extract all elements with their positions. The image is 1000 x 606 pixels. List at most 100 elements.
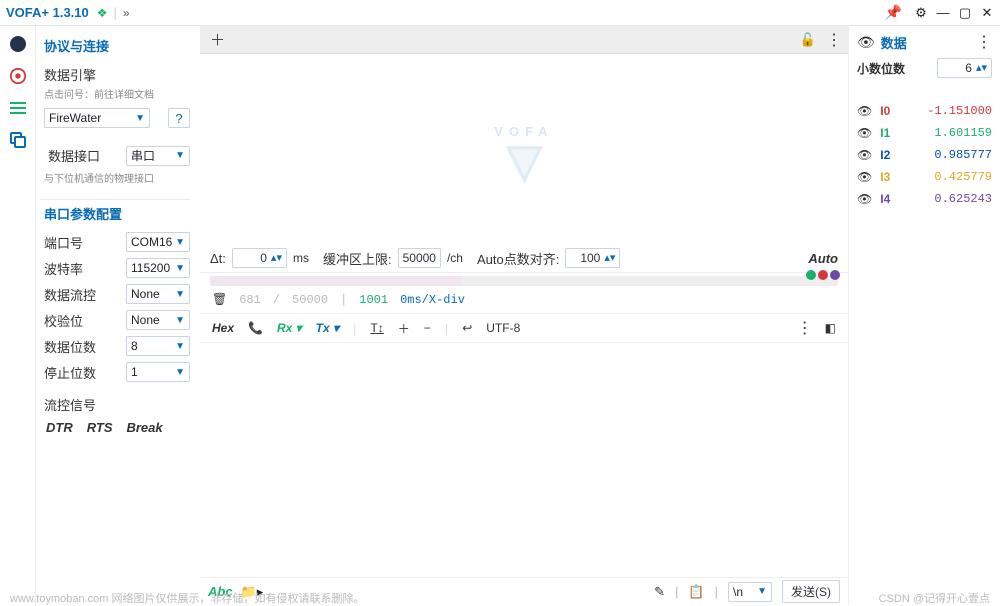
data-more-icon[interactable]: ⋮ bbox=[976, 32, 992, 52]
parity-label: 校验位 bbox=[44, 311, 83, 330]
expand-icon[interactable]: » bbox=[123, 6, 130, 20]
dot-purple-icon bbox=[830, 270, 840, 280]
footer-note: www.toymoban.com 网络图片仅供展示，非存储，如有侵权请联系删除。 bbox=[10, 590, 650, 606]
port-select[interactable]: COM16▼ bbox=[126, 232, 190, 252]
interface-hint: 与下位机通信的物理接口 bbox=[40, 170, 190, 189]
flow-label: 数据流控 bbox=[44, 285, 96, 304]
data-item[interactable]: 👁I11.601159 bbox=[857, 126, 992, 140]
wrap-icon[interactable]: ↩ bbox=[462, 321, 472, 335]
seek-dots bbox=[806, 270, 840, 280]
config-panel: 协议与连接 数据引擎 点击问号：前往详细文档 FireWater▼ ? 数据接口… bbox=[36, 26, 200, 605]
data-item-name: I3 bbox=[880, 170, 890, 184]
data-item[interactable]: 👁I30.425779 bbox=[857, 170, 992, 184]
flow-rts[interactable]: RTS bbox=[87, 420, 113, 435]
auto-align-input[interactable]: 100▴▾ bbox=[565, 248, 620, 268]
seekbar[interactable] bbox=[210, 276, 838, 286]
zoom-in-icon[interactable]: ＋ bbox=[398, 320, 410, 337]
data-title: 数据 bbox=[881, 33, 907, 52]
data-item-name: I0 bbox=[880, 104, 890, 118]
settings-icon[interactable]: ⚙ bbox=[914, 6, 928, 20]
separator: | bbox=[114, 5, 117, 20]
leftbar-menu-icon[interactable] bbox=[8, 98, 28, 118]
data-item[interactable]: 👁I0-1.151000 bbox=[857, 104, 992, 118]
data-item[interactable]: 👁I20.985777 bbox=[857, 148, 992, 162]
data-item[interactable]: 👁I40.625243 bbox=[857, 192, 992, 206]
zoom-out-icon[interactable]: − bbox=[424, 321, 431, 335]
text-size-icon[interactable]: T↕ bbox=[370, 321, 383, 335]
data-item-name: I2 bbox=[880, 148, 890, 162]
maximize-icon[interactable]: ▢ bbox=[958, 6, 972, 20]
engine-help-button[interactable]: ? bbox=[168, 108, 190, 128]
plot-controls: Δt: 0▴▾ ms 缓冲区上限: 50000 /ch Auto点数对齐: 10… bbox=[200, 244, 848, 273]
buf-input[interactable]: 50000 bbox=[398, 248, 441, 268]
eye-icon[interactable]: 👁 bbox=[857, 192, 872, 206]
add-tab-button[interactable]: ＋ bbox=[206, 29, 229, 50]
unlock-icon[interactable]: 🔓 bbox=[800, 32, 816, 48]
phone-icon[interactable]: 📞 bbox=[248, 321, 263, 335]
config-header: 协议与连接 bbox=[40, 32, 190, 63]
eye-icon[interactable]: 👁 bbox=[857, 126, 872, 140]
escape-select[interactable]: \n▼ bbox=[728, 582, 772, 602]
edit-icon[interactable]: ✎ bbox=[654, 584, 665, 600]
leftbar-profile-icon[interactable] bbox=[8, 34, 28, 54]
baud-select[interactable]: 115200▼ bbox=[126, 258, 190, 278]
dot-green-icon bbox=[806, 270, 816, 280]
eye-icon[interactable]: 👁 bbox=[857, 34, 875, 51]
stopbits-label: 停止位数 bbox=[44, 363, 96, 382]
eye-icon[interactable]: 👁 bbox=[857, 148, 872, 162]
statusline: 🗑 681 / 50000 | 1001 0ms/X-div bbox=[200, 286, 848, 313]
plot-area[interactable]: VOFA bbox=[200, 54, 848, 244]
flow-dtr[interactable]: DTR bbox=[46, 420, 73, 435]
auto-align-label: Auto点数对齐: bbox=[477, 249, 559, 268]
send-button[interactable]: 发送(S) bbox=[782, 580, 840, 603]
rx-button[interactable]: Rx ▾ bbox=[277, 321, 302, 335]
copy-icon[interactable]: 📋 bbox=[688, 584, 704, 600]
tx-button[interactable]: Tx ▾ bbox=[316, 321, 339, 335]
encoding-label[interactable]: UTF-8 bbox=[486, 321, 520, 335]
interface-select[interactable]: 串口▼ bbox=[126, 146, 190, 166]
port-label: 端口号 bbox=[44, 233, 83, 252]
auto-button[interactable]: Auto bbox=[808, 251, 838, 266]
leftbar-record-icon[interactable] bbox=[8, 66, 28, 86]
trash-icon[interactable]: 🗑 bbox=[212, 292, 227, 307]
decimals-input[interactable]: 6▴▾ bbox=[937, 58, 992, 78]
status-sep: | bbox=[340, 293, 347, 307]
eraser-icon[interactable]: ◧ bbox=[825, 321, 836, 335]
titlebar: VOFA+ 1.3.10 ❖ | » 📌 ⚙ — ▢ ✕ bbox=[0, 0, 1000, 26]
leftbar-windows-icon[interactable] bbox=[8, 130, 28, 150]
data-item-name: I4 bbox=[880, 192, 890, 206]
flow-select[interactable]: None▼ bbox=[126, 284, 190, 304]
editor[interactable] bbox=[200, 343, 848, 577]
hex-button[interactable]: Hex bbox=[212, 321, 234, 335]
engine-hint: 点击问号：前往详细文档 bbox=[40, 86, 190, 105]
serial-section-header: 串口参数配置 bbox=[40, 199, 190, 229]
eye-icon[interactable]: 👁 bbox=[857, 104, 872, 118]
status-visible: 1001 bbox=[359, 293, 388, 307]
decimals-label: 小数位数 bbox=[857, 60, 905, 77]
eye-icon[interactable]: 👁 bbox=[857, 170, 872, 184]
close-icon[interactable]: ✕ bbox=[980, 6, 994, 20]
databits-select[interactable]: 8▼ bbox=[126, 336, 190, 356]
dt-label: Δt: bbox=[210, 251, 226, 266]
status-max: 50000 bbox=[292, 293, 328, 307]
data-list: 👁I0-1.151000👁I11.601159👁I20.985777👁I30.4… bbox=[849, 98, 1000, 212]
baud-label: 波特率 bbox=[44, 259, 83, 278]
app-body: 协议与连接 数据引擎 点击问号：前往详细文档 FireWater▼ ? 数据接口… bbox=[0, 26, 1000, 605]
engine-select[interactable]: FireWater▼ bbox=[44, 108, 150, 128]
pin-icon[interactable]: 📌 bbox=[885, 4, 902, 21]
tabbar: ＋ 🔓 ⋮ bbox=[200, 26, 848, 54]
stopbits-select[interactable]: 1▼ bbox=[126, 362, 190, 382]
dt-input[interactable]: 0▴▾ bbox=[232, 248, 287, 268]
parity-select[interactable]: None▼ bbox=[126, 310, 190, 330]
flow-break[interactable]: Break bbox=[126, 420, 162, 435]
minimize-icon[interactable]: — bbox=[936, 6, 950, 20]
tx-more-icon[interactable]: ⋮ bbox=[797, 318, 813, 338]
dot-red-icon bbox=[818, 270, 828, 280]
tab-more-icon[interactable]: ⋮ bbox=[826, 30, 842, 50]
status-xdiv[interactable]: 0ms/X-div bbox=[400, 293, 465, 307]
dt-unit: ms bbox=[293, 251, 309, 265]
buf-label: 缓冲区上限: bbox=[323, 249, 392, 268]
leftbar bbox=[0, 26, 36, 605]
app-title: VOFA+ 1.3.10 bbox=[6, 5, 89, 20]
status-cur: 681 bbox=[239, 293, 261, 307]
